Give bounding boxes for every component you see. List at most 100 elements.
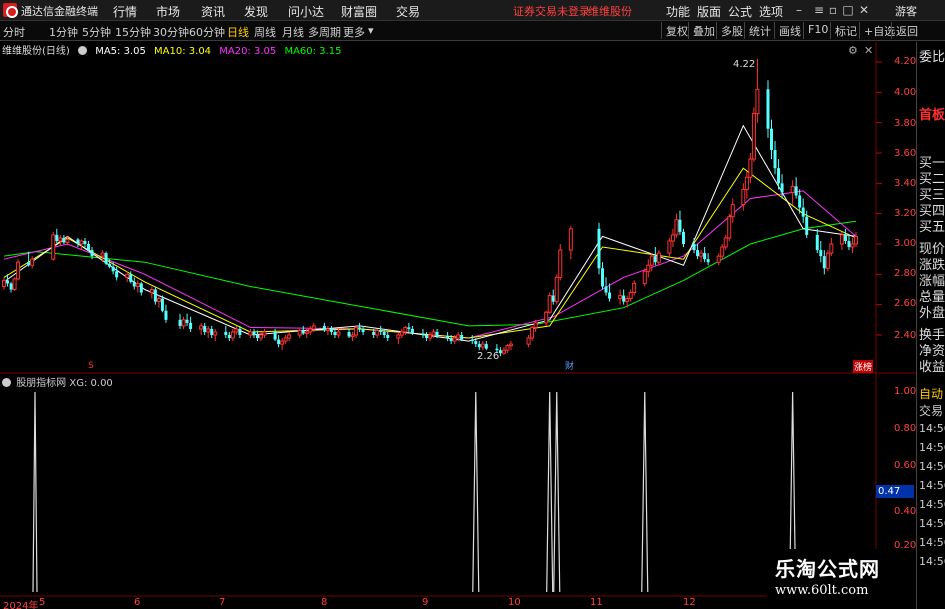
candle-body [649, 255, 654, 266]
candle-body [410, 328, 414, 334]
candle-body [51, 234, 56, 260]
date-label: 2024年 [3, 601, 39, 609]
candle-body [470, 339, 474, 342]
candle-body [628, 292, 633, 300]
ind-y-tick: 0.40 [894, 506, 917, 517]
candle-body [234, 328, 239, 333]
candle-body [210, 328, 214, 335]
candle-body [213, 331, 218, 336]
candle-body [854, 235, 858, 245]
indicator-spike [32, 391, 38, 593]
candle-body [706, 259, 710, 263]
side-row: 收益 [919, 360, 945, 375]
ma10-label: MA10: 3.04 [154, 46, 212, 57]
candle-body [646, 264, 651, 272]
candle-body [622, 295, 626, 302]
indicator-settings-icon[interactable] [2, 378, 11, 387]
candle-body [135, 282, 140, 287]
candle-body [727, 216, 732, 239]
candle-body [354, 326, 359, 336]
candle-body [825, 252, 830, 269]
candle-body [730, 204, 735, 218]
s-marker[interactable]: S [88, 361, 94, 371]
candle-body [597, 228, 601, 269]
candle-body [741, 188, 746, 206]
candle-body [125, 273, 130, 278]
candle-body [847, 240, 851, 248]
settings-circle-icon[interactable] [78, 46, 87, 55]
candle-body [780, 183, 784, 193]
candle-body [379, 330, 383, 332]
candle-body [86, 244, 90, 251]
high-price-label: 4.22 [733, 59, 756, 70]
date-label: 9 [422, 597, 429, 608]
candle-body [424, 335, 428, 339]
candle-body [829, 243, 834, 254]
candle-body [9, 283, 13, 290]
quote-side-panel: 委比 首板 买一 买二 买三 买四 买五 现价 涨跌 涨幅 总量 外盘 换手 净… [916, 42, 945, 609]
candle-body [16, 261, 21, 280]
candle-body [801, 207, 805, 217]
date-label: 8 [321, 597, 328, 608]
candle-body [160, 298, 164, 311]
candle-body [558, 249, 563, 278]
side-time: 14:56 [919, 479, 945, 492]
candle-body [283, 337, 288, 342]
candle-body [83, 240, 87, 244]
candle-body [551, 295, 555, 302]
candle-body [358, 327, 362, 329]
side-auto-tab[interactable]: 自动 [919, 385, 943, 402]
candle-body [178, 319, 182, 326]
candle-body [308, 328, 313, 333]
side-time: 14:56 [919, 536, 945, 549]
side-time: 14:56 [919, 517, 945, 530]
candle-body [716, 255, 721, 263]
candle-body [322, 325, 326, 331]
candle-body [58, 237, 63, 242]
side-trade-tab[interactable]: 交易 [919, 402, 943, 419]
ma-line-ma20 [3, 190, 857, 339]
cai-marker[interactable]: 财 [565, 359, 574, 372]
candle-body [280, 340, 285, 345]
indicator-spike [641, 391, 649, 593]
candle-body [505, 345, 510, 351]
candle-body [149, 289, 154, 294]
zhangbang-marker[interactable]: 涨榜 [853, 360, 874, 373]
candle-body [720, 246, 725, 257]
date-label: 11 [590, 597, 603, 608]
candle-body [794, 186, 798, 196]
candle-body [723, 237, 728, 248]
candle-body [460, 335, 464, 340]
candle-body [656, 252, 661, 263]
close-pane-icon[interactable]: ✕ [864, 44, 873, 57]
side-shouban[interactable]: 首板 [919, 104, 945, 123]
side-weibi: 委比 [919, 50, 945, 65]
candle-body [248, 331, 253, 336]
candle-body [329, 328, 333, 332]
candle-body [773, 149, 777, 169]
ma5-label: MA5: 3.05 [95, 46, 146, 57]
candle-body [696, 250, 700, 257]
candle-body [692, 244, 696, 251]
candle-body [667, 240, 672, 254]
candle-body [798, 195, 802, 208]
candle-body [396, 334, 401, 339]
candle-body [203, 325, 207, 332]
indicator-current-value: 0.47 [876, 485, 914, 498]
date-label: 6 [134, 597, 141, 608]
candle-body [744, 176, 749, 190]
candle-body [790, 185, 795, 193]
candle-body [431, 331, 436, 336]
candle-body [642, 270, 647, 284]
candle-body [653, 256, 657, 263]
candle-body [382, 331, 386, 335]
candle-body [76, 239, 80, 244]
kline-chart[interactable] [0, 0, 916, 609]
y-tick: 4.20 [894, 56, 917, 67]
y-tick: 3.40 [894, 178, 917, 189]
gear-icon[interactable]: ⚙ [848, 44, 858, 57]
y-tick: 3.00 [894, 238, 917, 249]
candle-body [297, 329, 302, 336]
candle-body [273, 331, 277, 340]
y-tick: 2.60 [894, 298, 917, 309]
